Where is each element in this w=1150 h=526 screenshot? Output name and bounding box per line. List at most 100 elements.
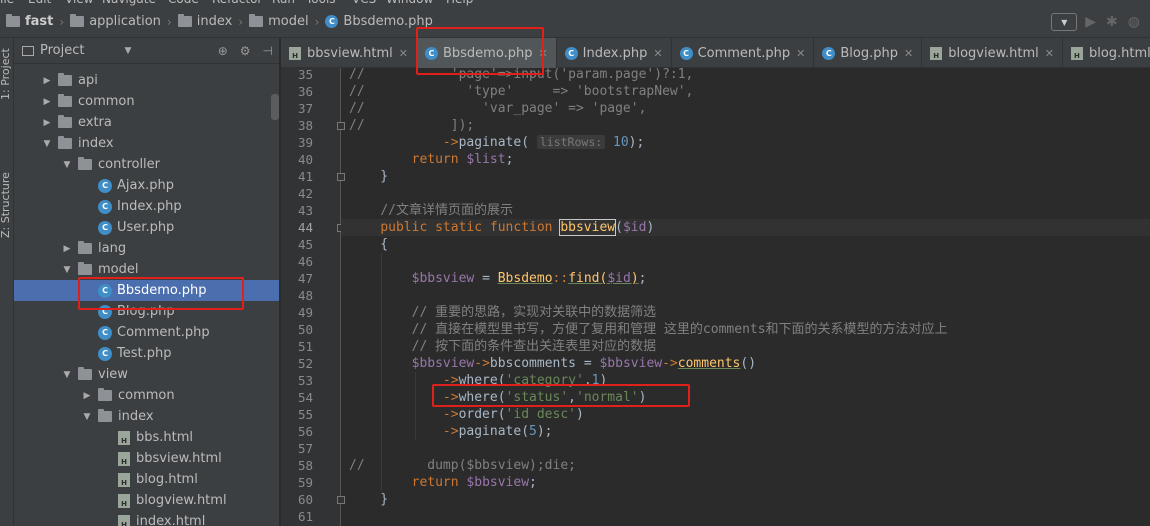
project-panel-title[interactable]: Project xyxy=(40,43,84,58)
coverage-icon[interactable]: ◍ xyxy=(1128,14,1140,30)
close-icon[interactable]: ✕ xyxy=(399,47,408,60)
tree-item[interactable]: ▼ index xyxy=(14,133,279,154)
code-line[interactable]: return $bbsview; xyxy=(341,474,1150,491)
tree-item[interactable]: ▶ extra xyxy=(14,112,279,133)
code-line[interactable] xyxy=(341,508,1150,525)
editor-tab[interactable]: Hbbsview.html ✕ xyxy=(281,38,417,68)
tree-item[interactable]: ▶ lang xyxy=(14,238,279,259)
chevron-down-icon[interactable]: ▼ xyxy=(82,412,92,422)
code-line[interactable]: // ]); xyxy=(341,117,1150,134)
tool-tab-structure[interactable]: Z: Structure xyxy=(0,172,12,238)
code-line[interactable]: ->order('id desc') xyxy=(341,406,1150,423)
line-number: 60 xyxy=(297,492,313,507)
tree-item[interactable]: Hbbsview.html xyxy=(14,448,279,469)
code-token: ) xyxy=(576,407,584,422)
folder-icon xyxy=(58,136,72,149)
project-scrollbar-thumb[interactable] xyxy=(271,94,279,120)
code-line[interactable]: return $list; xyxy=(341,151,1150,168)
editor-tab[interactable]: Hblog.html✕ xyxy=(1063,38,1150,68)
code-line[interactable]: { xyxy=(341,236,1150,253)
code-token: -> xyxy=(442,135,459,150)
code-line[interactable] xyxy=(341,185,1150,202)
code-token: listRows: xyxy=(536,135,606,149)
run-config-dropdown[interactable]: ▼ xyxy=(1051,13,1078,31)
chevron-down-icon[interactable]: ▼ xyxy=(62,265,72,275)
code-line[interactable]: public static function bbsview($id) xyxy=(341,219,1150,236)
breadcrumb-item[interactable]: model › xyxy=(243,6,319,38)
tree-item[interactable]: Hblog.html xyxy=(14,469,279,490)
run-icon[interactable]: ▶ xyxy=(1085,14,1096,30)
tree-item[interactable]: C Ajax.php xyxy=(14,175,279,196)
tree-item[interactable]: ▼ controller xyxy=(14,154,279,175)
chevron-down-icon[interactable]: ▼ xyxy=(124,46,131,56)
tool-tab-project[interactable]: 1: Project xyxy=(0,48,12,100)
chevron-right-icon[interactable]: ▶ xyxy=(42,97,52,107)
editor-tab[interactable]: C Index.php ✕ xyxy=(557,38,672,68)
tree-item-label: index xyxy=(78,136,114,151)
code-line[interactable]: // 直接在模型里书写，方便了复用和管理 这里的comments和下面的关系模型… xyxy=(341,321,1150,338)
chevron-right-icon[interactable]: ▶ xyxy=(82,391,92,401)
tree-item[interactable]: C Test.php xyxy=(14,343,279,364)
tree-item[interactable]: ▼ index xyxy=(14,406,279,427)
chevron-right-icon[interactable]: ▶ xyxy=(42,118,52,128)
chevron-down-icon[interactable]: ▼ xyxy=(42,139,52,149)
editor-tab[interactable]: C Blog.php ✕ xyxy=(814,38,923,68)
tree-item[interactable]: C User.php xyxy=(14,217,279,238)
close-icon[interactable]: ✕ xyxy=(904,47,913,60)
code-line-text: // 直接在模型里书写，方便了复用和管理 这里的comments和下面的关系模型… xyxy=(349,321,948,338)
chevron-right-icon[interactable]: ▶ xyxy=(62,244,72,254)
line-number: 56 xyxy=(297,424,313,439)
chevron-down-icon[interactable]: ▼ xyxy=(62,370,72,380)
code-line[interactable]: // 按下面的条件查出关连表里对应的数据 xyxy=(341,338,1150,355)
tree-item[interactable]: Hindex.html xyxy=(14,511,279,526)
editor-tab[interactable]: C Comment.php ✕ xyxy=(672,38,815,68)
tree-item[interactable]: ▶ common xyxy=(14,91,279,112)
code-line[interactable]: // dump($bbsview);die; xyxy=(341,457,1150,474)
code-line[interactable] xyxy=(341,287,1150,304)
close-icon[interactable]: ✕ xyxy=(653,47,662,60)
editor-tab[interactable]: Hblogview.html ✕ xyxy=(922,38,1063,68)
hide-panel-icon[interactable]: ⊣ xyxy=(263,44,273,58)
chevron-right-icon[interactable]: ▶ xyxy=(42,76,52,86)
code-line[interactable]: // 重要的思路，实现对关联中的数据筛选 xyxy=(341,304,1150,321)
breadcrumb-item[interactable]: application › xyxy=(64,6,172,38)
code-line-text: $bbsview->bbscomments = $bbsview->commen… xyxy=(349,355,756,372)
code-line-text: //文章详情页面的展示 xyxy=(349,202,513,219)
tree-item[interactable]: C Index.php xyxy=(14,196,279,217)
tree-item[interactable]: Hbbs.html xyxy=(14,427,279,448)
tree-item[interactable]: ▶ api xyxy=(14,70,279,91)
code-line[interactable]: ->paginate( listRows: 10); xyxy=(341,134,1150,151)
editor-tabs: Hbbsview.html ✕ C Bbsdemo.php ✕ C Index.php ✕ C C… xyxy=(281,38,1150,68)
code-line[interactable] xyxy=(341,253,1150,270)
code-line[interactable]: $bbsview = Bbsdemo::find($id); xyxy=(341,270,1150,287)
code-line-text: // ]); xyxy=(349,117,474,134)
breadcrumb-label: index xyxy=(196,14,233,29)
code-line[interactable] xyxy=(341,440,1150,457)
html-file-icon: H xyxy=(118,493,130,508)
close-icon[interactable]: ✕ xyxy=(1045,47,1054,60)
line-number: 39 xyxy=(297,135,313,150)
code-line[interactable]: $bbsview->bbscomments = $bbsview->commen… xyxy=(341,355,1150,372)
code-line[interactable]: } xyxy=(341,491,1150,508)
tree-item[interactable]: C Comment.php xyxy=(14,322,279,343)
code-line[interactable]: ->paginate(5); xyxy=(341,423,1150,440)
code-line[interactable]: // 'type' => 'bootstrapNew', xyxy=(341,83,1150,100)
tree-item[interactable]: Hblogview.html xyxy=(14,490,279,511)
settings-gear-icon[interactable]: ⚙ xyxy=(240,44,251,58)
chevron-down-icon[interactable]: ▼ xyxy=(62,160,72,170)
code-line[interactable]: } xyxy=(341,168,1150,185)
breadcrumb-item[interactable]: index › xyxy=(172,6,243,38)
scroll-from-source-icon[interactable]: ⊕ xyxy=(218,44,228,58)
code-token: // xyxy=(349,101,365,116)
debug-icon[interactable]: ✱ xyxy=(1106,14,1118,30)
breadcrumb-item[interactable]: fast › xyxy=(0,6,64,38)
code-editor[interactable]: 35 36 37 38 39 40 41 42 43 44 45 46 47 48 49 50 51 52 53 54… xyxy=(281,68,1150,526)
close-icon[interactable]: ✕ xyxy=(796,47,805,60)
folder-icon xyxy=(58,115,72,128)
line-number: 40 xyxy=(297,152,313,167)
code-line[interactable]: //文章详情页面的展示 xyxy=(341,202,1150,219)
tree-item[interactable]: ▶ common xyxy=(14,385,279,406)
code-line[interactable]: // 'var_page' => 'page', xyxy=(341,100,1150,117)
line-number-gutter: 35 36 37 38 39 40 41 42 43 44 45 46 47 48 49 50 51 52 53 54… xyxy=(281,68,345,526)
tree-item[interactable]: ▼ view xyxy=(14,364,279,385)
